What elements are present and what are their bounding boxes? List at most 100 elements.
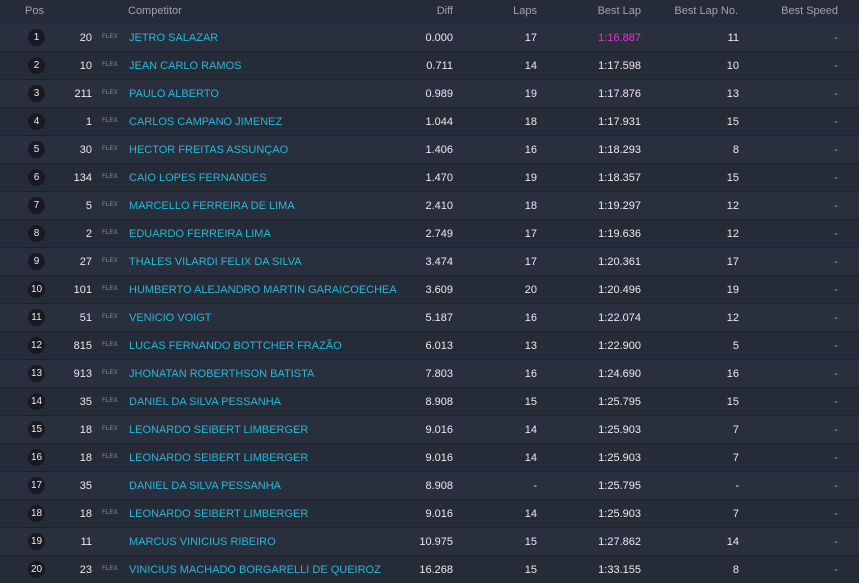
competitor-name[interactable]: CAIO LOPES FERNANDES xyxy=(129,172,267,184)
table-row[interactable]: 13 913 FLEX JHONATAN ROBERTHSON BATISTA 7.80… xyxy=(0,360,859,388)
competitor-name[interactable]: LEONARDO SEIBERT LIMBERGER xyxy=(129,424,308,436)
competitor-name[interactable]: LUCAS FERNANDO BOTTCHER FRAZÃO xyxy=(129,340,342,352)
best-lap-value: 1:25.903 xyxy=(598,508,641,520)
car-number: 18 xyxy=(79,452,92,464)
table-row[interactable]: 6 134 FLEX CAIO LOPES FERNANDES 1.470 19 1:18.… xyxy=(0,164,859,192)
competitor-name[interactable]: VENICIO VOIGT xyxy=(129,312,212,324)
best-lap-value: 1:33.155 xyxy=(598,564,641,576)
diff-value: 9.016 xyxy=(425,508,453,520)
best-speed-value: - xyxy=(834,256,838,268)
best-speed-value: - xyxy=(834,60,838,72)
competitor-name[interactable]: LEONARDO SEIBERT LIMBERGER xyxy=(129,452,308,464)
competitor-name[interactable]: EDUARDO FERREIRA LIMA xyxy=(129,228,271,240)
competitor-name[interactable]: LEONARDO SEIBERT LIMBERGER xyxy=(129,508,308,520)
diff-value: 1.406 xyxy=(425,144,453,156)
laps-value: 19 xyxy=(524,172,537,184)
class-label: FLEX xyxy=(102,34,118,40)
best-lap-number: 12 xyxy=(726,200,739,212)
best-lap-number: 15 xyxy=(726,172,739,184)
best-speed-value: - xyxy=(834,564,838,576)
table-row[interactable]: 16 18 FLEX LEONARDO SEIBERT LIMBERGER 9.016 1… xyxy=(0,444,859,472)
table-row[interactable]: 17 35 DANIEL DA SILVA PESSANHA 8.908 - 1:25.7… xyxy=(0,472,859,500)
header-best-lap[interactable]: Best Lap xyxy=(598,5,641,17)
competitor-name[interactable]: THALES VILARDI FELIX DA SILVA xyxy=(129,256,302,268)
table-row[interactable]: 10 101 FLEX HUMBERTO ALEJANDRO MARTIN GARAI… xyxy=(0,276,859,304)
table-row[interactable]: 3 211 FLEX PAULO ALBERTO 0.989 19 1:17.876 13 - xyxy=(0,80,859,108)
table-row[interactable]: 8 2 FLEX EDUARDO FERREIRA LIMA 2.749 17 1:19.6… xyxy=(0,220,859,248)
best-speed-value: - xyxy=(834,144,838,156)
best-lap-value: 1:22.900 xyxy=(598,340,641,352)
best-speed-value: - xyxy=(834,424,838,436)
car-number: 20 xyxy=(79,32,92,44)
class-label: FLEX xyxy=(102,566,118,572)
competitor-name[interactable]: HECTOR FREITAS ASSUNÇAO xyxy=(129,144,288,156)
diff-value: 7.803 xyxy=(425,368,453,380)
best-lap-value: 1:19.636 xyxy=(598,228,641,240)
best-lap-number: 19 xyxy=(726,284,739,296)
header-pos[interactable]: Pos xyxy=(25,5,44,17)
class-label: FLEX xyxy=(102,454,118,460)
position-badge: 10 xyxy=(28,281,45,298)
best-lap-value: 1:16.887 xyxy=(598,32,641,44)
competitor-name[interactable]: JHONATAN ROBERTHSON BATISTA xyxy=(129,368,314,380)
car-number: 1 xyxy=(85,116,92,128)
best-lap-number: 8 xyxy=(732,144,739,156)
class-label: FLEX xyxy=(102,118,118,124)
car-number: 815 xyxy=(73,340,92,352)
competitor-name[interactable]: HUMBERTO ALEJANDRO MARTIN GARAICOECHEA xyxy=(129,284,397,296)
best-lap-value: 1:27.862 xyxy=(598,536,641,548)
class-label: FLEX xyxy=(102,90,118,96)
table-row[interactable]: 7 5 FLEX MARCELLO FERREIRA DE LIMA 2.410 18 1:… xyxy=(0,192,859,220)
table-row[interactable]: 2 10 FLEX JEAN CARLO RAMOS 0.711 14 1:17.598 10… xyxy=(0,52,859,80)
header-laps[interactable]: Laps xyxy=(513,5,537,17)
best-lap-value: 1:20.361 xyxy=(598,256,641,268)
best-lap-value: 1:17.598 xyxy=(598,60,641,72)
laps-value: 14 xyxy=(524,60,537,72)
table-row[interactable]: 1 20 FLEX JETRO SALAZAR 0.000 17 1:16.887 11 - xyxy=(0,24,859,52)
table-row[interactable]: 15 18 FLEX LEONARDO SEIBERT LIMBERGER 9.016 1… xyxy=(0,416,859,444)
competitor-name[interactable]: MARCELLO FERREIRA DE LIMA xyxy=(129,200,295,212)
class-label: FLEX xyxy=(102,202,118,208)
diff-value: 10.975 xyxy=(419,536,453,548)
table-row[interactable]: 4 1 FLEX CARLOS CAMPANO JIMENEZ 1.044 18 1:17.… xyxy=(0,108,859,136)
laps-value: 14 xyxy=(524,452,537,464)
header-competitor[interactable]: Competitor xyxy=(128,5,182,17)
header-best-lap-no[interactable]: Best Lap No. xyxy=(674,5,738,17)
table-row[interactable]: 18 18 FLEX LEONARDO SEIBERT LIMBERGER 9.016 1… xyxy=(0,500,859,528)
header-best-speed[interactable]: Best Speed xyxy=(781,5,838,17)
competitor-name[interactable]: PAULO ALBERTO xyxy=(129,88,219,100)
laps-value: 17 xyxy=(524,32,537,44)
best-lap-number: 5 xyxy=(732,340,739,352)
car-number: 35 xyxy=(79,396,92,408)
table-row[interactable]: 20 23 FLEX VINICIUS MACHADO BORGARELLI DE Q… xyxy=(0,556,859,583)
results-rows: 1 20 FLEX JETRO SALAZAR 0.000 17 1:16.887 11-2 1… xyxy=(0,24,859,583)
table-row[interactable]: 19 11 MARCUS VINICIUS RIBEIRO 10.975 15 1:27.… xyxy=(0,528,859,556)
competitor-name[interactable]: DANIEL DA SILVA PESSANHA xyxy=(129,396,281,408)
best-lap-number: 12 xyxy=(726,228,739,240)
diff-value: 3.609 xyxy=(425,284,453,296)
best-speed-value: - xyxy=(834,172,838,184)
competitor-name[interactable]: DANIEL DA SILVA PESSANHA xyxy=(129,480,281,492)
table-row[interactable]: 5 30 FLEX HECTOR FREITAS ASSUNÇAO 1.406 16 1:1… xyxy=(0,136,859,164)
laps-value: 16 xyxy=(524,144,537,156)
competitor-name[interactable]: CARLOS CAMPANO JIMENEZ xyxy=(129,116,282,128)
table-row[interactable]: 9 27 FLEX THALES VILARDI FELIX DA SILVA 3.47… xyxy=(0,248,859,276)
car-number: 35 xyxy=(79,480,92,492)
header-diff[interactable]: Diff xyxy=(437,5,453,17)
table-row[interactable]: 12 815 FLEX LUCAS FERNANDO BOTTCHER FRAZÃO 6… xyxy=(0,332,859,360)
competitor-name[interactable]: VINICIUS MACHADO BORGARELLI DE QUEIROZ xyxy=(129,564,381,576)
best-lap-number: 15 xyxy=(726,116,739,128)
diff-value: 3.474 xyxy=(425,256,453,268)
table-row[interactable]: 11 51 FLEX VENICIO VOIGT 5.187 16 1:22.074 12 - xyxy=(0,304,859,332)
position-badge: 1 xyxy=(28,29,45,46)
competitor-name[interactable]: JETRO SALAZAR xyxy=(129,32,218,44)
competitor-name[interactable]: JEAN CARLO RAMOS xyxy=(129,60,241,72)
class-label: FLEX xyxy=(102,174,118,180)
class-label: FLEX xyxy=(102,230,118,236)
best-speed-value: - xyxy=(834,396,838,408)
table-row[interactable]: 14 35 FLEX DANIEL DA SILVA PESSANHA 8.908 15 1… xyxy=(0,388,859,416)
competitor-name[interactable]: MARCUS VINICIUS RIBEIRO xyxy=(129,536,276,548)
car-number: 134 xyxy=(73,172,92,184)
car-number: 913 xyxy=(73,368,92,380)
best-speed-value: - xyxy=(834,508,838,520)
